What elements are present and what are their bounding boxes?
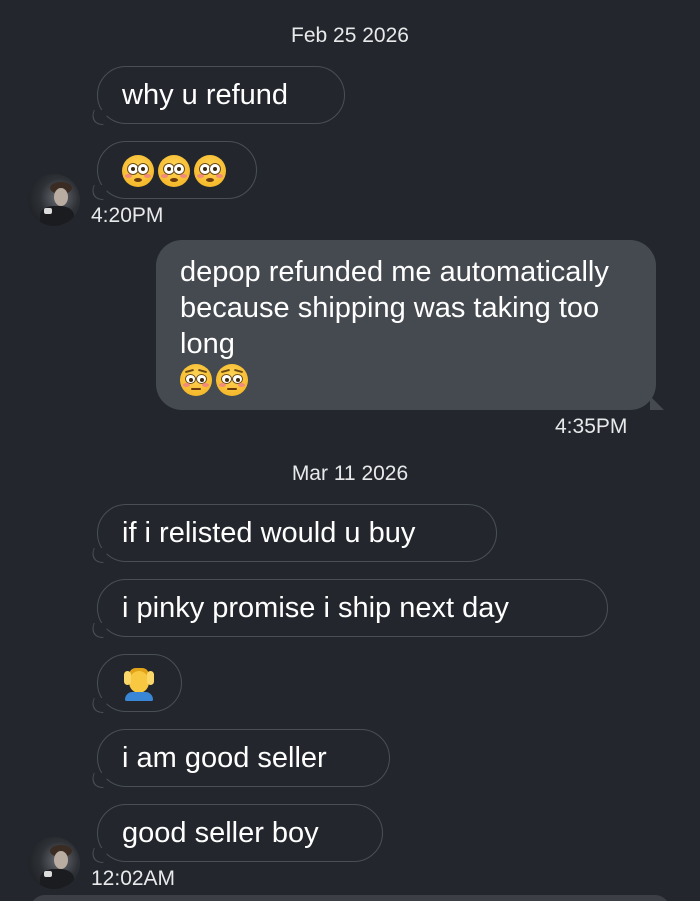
timestamp: 4:35PM [555, 415, 628, 438]
pleading-face-icon [180, 364, 212, 396]
message-text: i pinky promise i ship next day [122, 592, 509, 624]
timestamp: 12:02AM [91, 867, 176, 890]
pleading-face-icon [216, 364, 248, 396]
avatar[interactable] [28, 174, 80, 226]
incoming-message[interactable]: i am good seller [97, 729, 390, 787]
emoji-group [180, 362, 632, 398]
incoming-message[interactable]: good seller boy [97, 804, 383, 862]
chat-thread: Feb 25 2026 why u refund 4:20PM depop re… [0, 0, 700, 901]
timestamp: 4:20PM [91, 204, 164, 227]
message-text: depop refunded me automatically because … [180, 256, 609, 360]
next-message-bubble-partial [30, 895, 670, 901]
message-text: good seller boy [122, 817, 319, 849]
incoming-message-emoji[interactable] [97, 654, 182, 712]
date-separator: Mar 11 2026 [291, 462, 409, 485]
outgoing-message[interactable]: depop refunded me automatically because … [156, 240, 664, 410]
incoming-message-emoji[interactable] [97, 141, 257, 199]
message-text: i am good seller [122, 742, 327, 774]
flushed-face-icon [158, 155, 190, 187]
person-getting-massage-icon [122, 665, 156, 701]
message-text: why u refund [122, 79, 289, 111]
incoming-message[interactable]: i pinky promise i ship next day [97, 579, 608, 637]
avatar[interactable] [28, 837, 80, 889]
message-text: if i relisted would u buy [122, 517, 416, 549]
date-separator: Feb 25 2026 [291, 24, 409, 47]
incoming-message[interactable]: if i relisted would u buy [97, 504, 497, 562]
flushed-face-icon [194, 155, 226, 187]
emoji-group [122, 153, 232, 189]
flushed-face-icon [122, 155, 154, 187]
incoming-message[interactable]: why u refund [97, 66, 345, 124]
